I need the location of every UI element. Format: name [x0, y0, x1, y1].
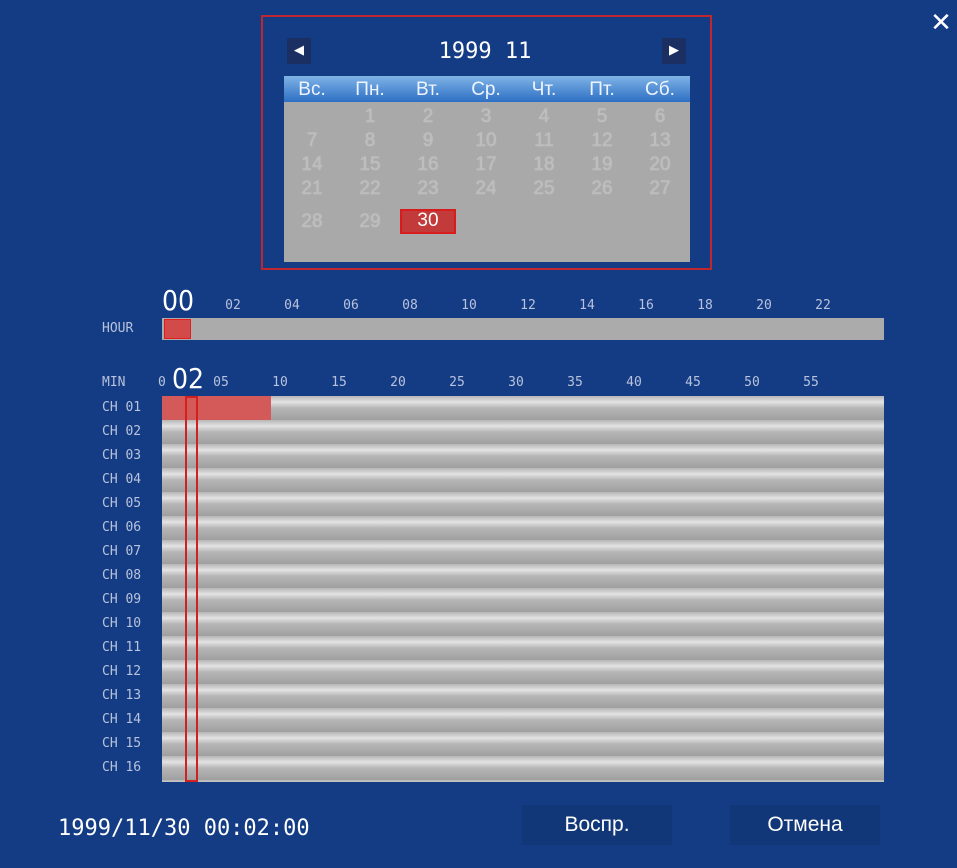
hour-tick: 08 [402, 298, 418, 313]
cancel-button[interactable]: Отмена [730, 805, 880, 845]
weekday-label: Пн. [355, 79, 385, 100]
hour-tick: 02 [225, 298, 241, 313]
minute-tick: 15 [331, 375, 347, 390]
hour-tick: 04 [284, 298, 300, 313]
hour-label: HOUR [102, 321, 134, 336]
calendar-day[interactable]: 13 [632, 129, 688, 153]
weekday-label: Пт. [589, 79, 615, 100]
calendar-day[interactable]: 21 [284, 177, 340, 201]
play-button[interactable]: Воспр. [522, 805, 672, 845]
calendar-day[interactable]: 8 [342, 129, 398, 153]
hour-tick: 10 [461, 298, 477, 313]
calendar-month-title: 1999 11 [438, 39, 532, 64]
calendar-day[interactable]: 22 [342, 177, 398, 201]
calendar-day[interactable]: 5 [574, 105, 630, 129]
current-hour-label: 00 [162, 284, 195, 317]
hour-tick: 22 [815, 298, 831, 313]
weekday-label: Сб. [645, 79, 675, 100]
calendar-day[interactable]: 6 [632, 105, 688, 129]
channel-label: CH 10 [102, 616, 142, 631]
calendar-day[interactable]: 10 [458, 129, 514, 153]
calendar-day[interactable]: 11 [516, 129, 572, 153]
calendar-day[interactable]: 3 [458, 105, 514, 129]
calendar-day[interactable]: 9 [400, 129, 456, 153]
current-minute-label: 02 [172, 362, 205, 395]
calendar-day[interactable]: 4 [516, 105, 572, 129]
hour-tick: 06 [343, 298, 359, 313]
calendar-day[interactable]: 12 [574, 129, 630, 153]
channel-label: CH 15 [102, 736, 142, 751]
selected-datetime: 1999/11/30 00:02:00 [58, 816, 310, 841]
triangle-right-icon[interactable]: ▶ [662, 38, 686, 64]
channel-label: CH 08 [102, 568, 142, 583]
minute-tick: 20 [390, 375, 406, 390]
hour-timeline-track[interactable] [162, 318, 884, 340]
calendar-day[interactable]: 24 [458, 177, 514, 201]
channel-timeline-grid[interactable] [162, 396, 884, 782]
calendar-day[interactable]: 15 [342, 153, 398, 177]
channel-label: CH 04 [102, 472, 142, 487]
channel-label: CH 07 [102, 544, 142, 559]
channel-label: CH 05 [102, 496, 142, 511]
minute-tick: 35 [567, 375, 583, 390]
calendar-day[interactable]: 27 [632, 177, 688, 201]
minute-cursor[interactable] [185, 396, 198, 782]
minute-tick-partial: 0 [158, 375, 166, 390]
channel-label: CH 02 [102, 424, 142, 439]
hour-marker[interactable] [164, 319, 191, 339]
minute-tick: 55 [803, 375, 819, 390]
recording-segment-ch01[interactable] [162, 396, 271, 420]
channel-label: CH 01 [102, 400, 142, 415]
minute-label: MIN [102, 375, 126, 390]
calendar-day[interactable]: 29 [342, 210, 398, 234]
calendar-day[interactable]: 28 [284, 210, 340, 234]
calendar-day[interactable]: 14 [284, 153, 340, 177]
weekday-label: Вс. [298, 79, 326, 100]
hour-tick: 12 [520, 298, 536, 313]
hour-tick: 14 [579, 298, 595, 313]
minute-tick: 50 [744, 375, 760, 390]
calendar-day[interactable]: 18 [516, 153, 572, 177]
minute-tick: 05 [213, 375, 229, 390]
calendar-day[interactable]: 19 [574, 153, 630, 177]
channel-label: CH 16 [102, 760, 142, 775]
calendar-day[interactable]: 20 [632, 153, 688, 177]
close-icon[interactable]: ✕ [928, 8, 954, 38]
hour-tick: 16 [638, 298, 654, 313]
calendar-day[interactable]: 17 [458, 153, 514, 177]
minute-tick: 30 [508, 375, 524, 390]
calendar-day[interactable]: 7 [284, 129, 340, 153]
weekday-label: Чт. [531, 79, 557, 100]
channel-label: CH 12 [102, 664, 142, 679]
minute-tick: 45 [685, 375, 701, 390]
triangle-left-icon[interactable]: ◀ [287, 38, 311, 64]
calendar-day[interactable]: 25 [516, 177, 572, 201]
calendar-day[interactable]: 26 [574, 177, 630, 201]
channel-label: CH 03 [102, 448, 142, 463]
minute-tick: 40 [626, 375, 642, 390]
channel-label: CH 13 [102, 688, 142, 703]
calendar-day[interactable]: 23 [400, 177, 456, 201]
minute-tick: 10 [272, 375, 288, 390]
calendar-day[interactable]: 2 [400, 105, 456, 129]
channel-label: CH 14 [102, 712, 142, 727]
channel-label: CH 09 [102, 592, 142, 607]
calendar-day[interactable]: 16 [400, 153, 456, 177]
weekday-label: Вт. [416, 79, 440, 100]
playback-search-dialog: ✕ ◀ 1999 11 ▶ Вс. Пн. Вт. Ср. Чт. Пт. Сб… [0, 0, 957, 868]
channel-label: CH 11 [102, 640, 142, 655]
calendar-day[interactable]: 1 [342, 105, 398, 129]
hour-tick: 18 [697, 298, 713, 313]
weekday-label: Ср. [471, 79, 501, 100]
calendar-day-selected[interactable]: 30 [400, 209, 456, 234]
hour-tick: 20 [756, 298, 772, 313]
minute-tick: 25 [449, 375, 465, 390]
channel-label: CH 06 [102, 520, 142, 535]
